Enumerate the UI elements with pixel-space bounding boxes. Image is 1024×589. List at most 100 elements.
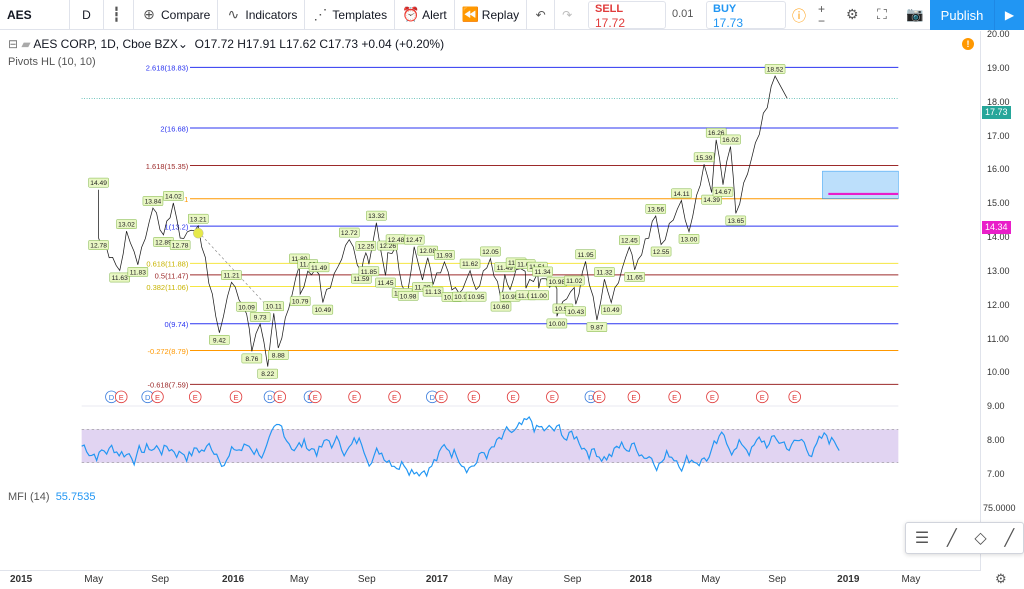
time-tick-label: May: [901, 574, 921, 585]
fib-level-label: 0.382(11.06): [146, 283, 188, 292]
pivot-label-text: 14.49: [90, 180, 107, 187]
pivot-label-text: 13.21: [190, 216, 207, 223]
symbol-search[interactable]: AES: [0, 0, 70, 30]
pivot-label-text: 13.65: [727, 218, 744, 225]
pivot-label-text: 12.55: [653, 249, 670, 256]
fib-tool-icon[interactable]: ☰: [915, 528, 929, 548]
ray-tool-icon[interactable]: ╱: [1004, 528, 1014, 548]
mfi-legend[interactable]: MFI (14) 55.7535: [8, 491, 95, 503]
templates-icon: ⋰: [313, 6, 328, 22]
pivot-label-text: 10.09: [238, 304, 255, 311]
pivot-label-text: 10.11: [266, 304, 282, 311]
pivot-label-text: 12.45: [621, 238, 638, 245]
interval-label: D: [82, 7, 91, 22]
pivot-label-text: 13.32: [368, 213, 385, 220]
price-tick-label: 12.00: [987, 299, 1010, 310]
ohlc-values: O17.72 H17.91 L17.62 C17.73 +0.04 (+0.20…: [194, 37, 445, 51]
indicators-label: Indicators: [245, 7, 298, 22]
event-marker-label: E: [352, 393, 357, 402]
event-marker-label: E: [277, 393, 282, 402]
fib-level-label: 2(16.68): [160, 124, 188, 133]
shape-tool-icon[interactable]: ◇: [974, 528, 986, 548]
pivot-label-text: 13.00: [681, 236, 698, 243]
camera-icon[interactable]: 📷: [906, 6, 923, 23]
pivot-label-text: 11.45: [377, 280, 393, 287]
mfi-label: MFI (14): [8, 491, 50, 503]
pivot-label-text: 10.98: [400, 293, 417, 300]
pivot-label-text: 12.78: [90, 243, 107, 250]
gear-icon[interactable]: ⚙: [995, 571, 1007, 587]
sell-button[interactable]: SELL 17.72: [588, 1, 666, 30]
fib-level-label: 0.618(11.88): [146, 260, 188, 269]
fib-level-label: -0.618(7.59): [147, 381, 188, 390]
chart-type-button[interactable]: ┇: [104, 0, 134, 30]
collapse-icon[interactable]: ⊟: [8, 37, 18, 51]
settings-icon[interactable]: ⚙: [846, 6, 859, 23]
pivot-label-text: 11.63: [112, 275, 128, 282]
pivot-label-text: 12.89: [155, 239, 172, 246]
buy-price: 17.73: [713, 16, 744, 30]
alert-button[interactable]: ⏰ Alert: [395, 0, 455, 30]
sell-price: 17.72: [595, 16, 626, 30]
price-chart[interactable]: 2.618(18.83) 2(16.68) 1.618(15.35) 1 1(13.2)…: [0, 31, 980, 481]
time-tick-label: Sep: [563, 574, 582, 585]
pivot-label-text: 11.49: [311, 265, 327, 272]
info-icon[interactable]: !: [962, 38, 974, 50]
event-marker-label: E: [392, 393, 397, 402]
pivot-label-text: 13.02: [118, 222, 135, 229]
candles-icon: ┇: [112, 6, 121, 22]
play-icon: ▶: [1004, 8, 1015, 22]
event-marker-label: E: [792, 393, 797, 402]
compare-label: Compare: [161, 7, 211, 22]
symbol-title[interactable]: AES CORP, 1D, Cboe BZX: [33, 37, 178, 51]
fib-level-label: 1(13.2): [165, 222, 189, 231]
interval-button[interactable]: D: [70, 0, 104, 30]
pivot-label-text: 11.34: [534, 269, 550, 276]
indicators-button[interactable]: ∿ Indicators: [218, 0, 306, 30]
undo-button[interactable]: ↶: [527, 0, 556, 30]
chevron-down-icon[interactable]: ⌄: [178, 37, 188, 51]
pivot-label-text: 14.39: [703, 197, 720, 204]
alert-label: Alert: [422, 7, 447, 22]
pivot-label-text: 11.13: [425, 289, 441, 296]
price-tick-label: 8.00: [987, 435, 1005, 446]
pivot-label-text: 8.88: [272, 353, 285, 360]
pivot-label-text: 14.11: [673, 191, 689, 198]
zoom-out-icon[interactable]: −: [818, 14, 825, 28]
pivot-label-text: 9.87: [590, 325, 603, 332]
event-marker-label: E: [313, 393, 318, 402]
templates-button[interactable]: ⋰ Templates: [305, 0, 396, 30]
event-marker-label: D: [145, 393, 151, 402]
pivot-label-text: 10.43: [567, 309, 584, 316]
warning-icon[interactable]: ⓘ: [792, 6, 806, 26]
pivot-label-text: 18.52: [767, 66, 784, 73]
time-tick-label: Sep: [151, 574, 170, 585]
publish-button[interactable]: Publish: [930, 0, 994, 30]
price-tick-label: 13.00: [987, 265, 1010, 276]
replay-button[interactable]: ⏪ Replay: [455, 0, 528, 30]
pivot-label-text: 9.73: [254, 314, 267, 321]
chart-legend: ⊟ ▰ AES CORP, 1D, Cboe BZX⌄ O17.72 H17.9…: [8, 37, 444, 51]
redo-button[interactable]: ↷: [555, 0, 579, 30]
drawing-toolbox: ☰ ╱ ◇ ╱: [905, 522, 1024, 554]
pivot-label-text: 12.05: [482, 249, 499, 256]
pivot-label-text: 10.60: [493, 304, 510, 311]
fullscreen-icon[interactable]: ⛶: [877, 6, 887, 23]
pivot-label-text: 13.84: [145, 198, 162, 205]
buy-button[interactable]: BUY 17.73: [706, 1, 786, 30]
pivots-indicator-label[interactable]: Pivots HL (10, 10): [8, 56, 96, 68]
compare-button[interactable]: ⊕ Compare: [134, 0, 219, 30]
event-marker-label: E: [672, 393, 677, 402]
trendline-tool-icon[interactable]: ╱: [947, 528, 957, 548]
time-axis[interactable]: 2015 May Sep 2016 May Sep 2017 May Sep 2018 May Sep…: [0, 570, 980, 589]
pivot-label-text: 8.76: [245, 356, 258, 363]
mfi-band: [81, 429, 899, 463]
event-marker-label: D: [267, 393, 273, 402]
play-button[interactable]: ▶: [994, 0, 1024, 30]
time-tick-label: 2016: [221, 574, 245, 585]
alarm-icon: ⏰: [402, 6, 420, 22]
time-tick-label: 2015: [9, 574, 33, 585]
signal-marker: [193, 227, 204, 239]
pivot-label-text: 9.42: [213, 337, 226, 344]
fib-level-label: 2.618(18.83): [146, 64, 189, 73]
